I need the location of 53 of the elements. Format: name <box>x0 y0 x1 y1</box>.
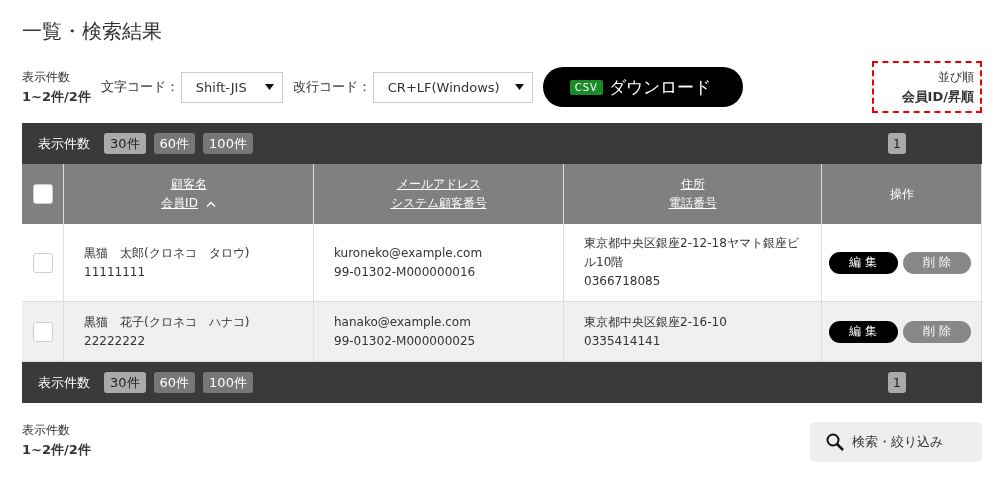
edit-button[interactable]: 編 集 <box>829 251 898 274</box>
column-header[interactable]: メールアドレス <box>396 175 481 194</box>
count-label: 表示件数 <box>22 69 71 86</box>
delete-button[interactable]: 削 除 <box>902 320 971 343</box>
page-number-button[interactable]: 1 <box>887 372 906 393</box>
system-customer-number: 99-01302-M000000016 <box>334 263 477 281</box>
column-header[interactable]: 電話番号 <box>668 194 717 213</box>
column-header[interactable]: 住所 <box>680 175 705 194</box>
email-address: kuroneko@example.com <box>334 244 484 262</box>
count-value: 1~2件/2件 <box>22 88 91 106</box>
page-size-label: 表示件数 <box>38 134 90 153</box>
delete-button[interactable]: 削 除 <box>902 251 971 274</box>
address: 東京都中央区銀座2-12-18ヤマト銀座ビル10階 <box>584 235 799 271</box>
sort-label: 並び順 <box>938 69 974 86</box>
caret-icon <box>514 84 524 90</box>
phone-number: 0366718085 <box>584 273 662 290</box>
count-label: 表示件数 <box>22 422 71 439</box>
column-title: 操作 <box>889 185 914 203</box>
sort-ascending-icon <box>205 200 216 207</box>
address: 東京都中央区銀座2-16-10 <box>584 313 728 331</box>
page-size-button[interactable]: 100件 <box>203 372 253 393</box>
search-icon <box>826 433 844 451</box>
column-header[interactable]: システム顧客番号 <box>390 194 487 213</box>
page-size-button[interactable]: 100件 <box>203 133 253 154</box>
customer-name: 黒猫 花子(クロネコ ハナコ) <box>84 313 251 331</box>
caret-icon <box>264 84 274 90</box>
page-title: 一覧・検索結果 <box>22 18 162 45</box>
checkbox[interactable] <box>32 184 53 204</box>
encoding-select[interactable]: Shift-JIS <box>180 71 283 103</box>
search-filter-button[interactable]: 検索・絞り込み <box>810 422 982 462</box>
page-size-button[interactable]: 60件 <box>153 372 196 393</box>
edit-button[interactable]: 編 集 <box>829 320 898 343</box>
phone-number: 0335414141 <box>584 332 662 350</box>
column-header[interactable]: 会員ID <box>161 194 216 213</box>
column-header[interactable]: 顧客名 <box>170 175 207 194</box>
newline-select[interactable]: CR+LF(Windows) <box>372 71 533 103</box>
checkbox[interactable] <box>33 321 53 342</box>
customer-name: 黒猫 太郎(クロネコ タロウ) <box>84 244 251 262</box>
member-id: 11111111 <box>84 263 147 281</box>
page-size-label: 表示件数 <box>38 373 90 392</box>
member-id: 22222222 <box>84 332 147 350</box>
page-size-button[interactable]: 60件 <box>153 133 196 154</box>
page-number-button[interactable]: 1 <box>887 133 906 154</box>
newline-label: 改行コード： <box>292 78 371 96</box>
page-size-button[interactable]: 30件 <box>104 372 146 393</box>
sort-value: 会員ID/昇順 <box>901 88 974 106</box>
encoding-label: 文字コード： <box>100 78 179 96</box>
csv-download-button[interactable]: CSV ダウンロード <box>542 67 743 107</box>
count-value: 1~2件/2件 <box>22 441 91 459</box>
checkbox[interactable] <box>33 252 53 273</box>
page-size-button[interactable]: 30件 <box>104 133 146 154</box>
system-customer-number: 99-01302-M000000025 <box>334 332 477 350</box>
email-address: hanako@example.com <box>334 313 472 331</box>
